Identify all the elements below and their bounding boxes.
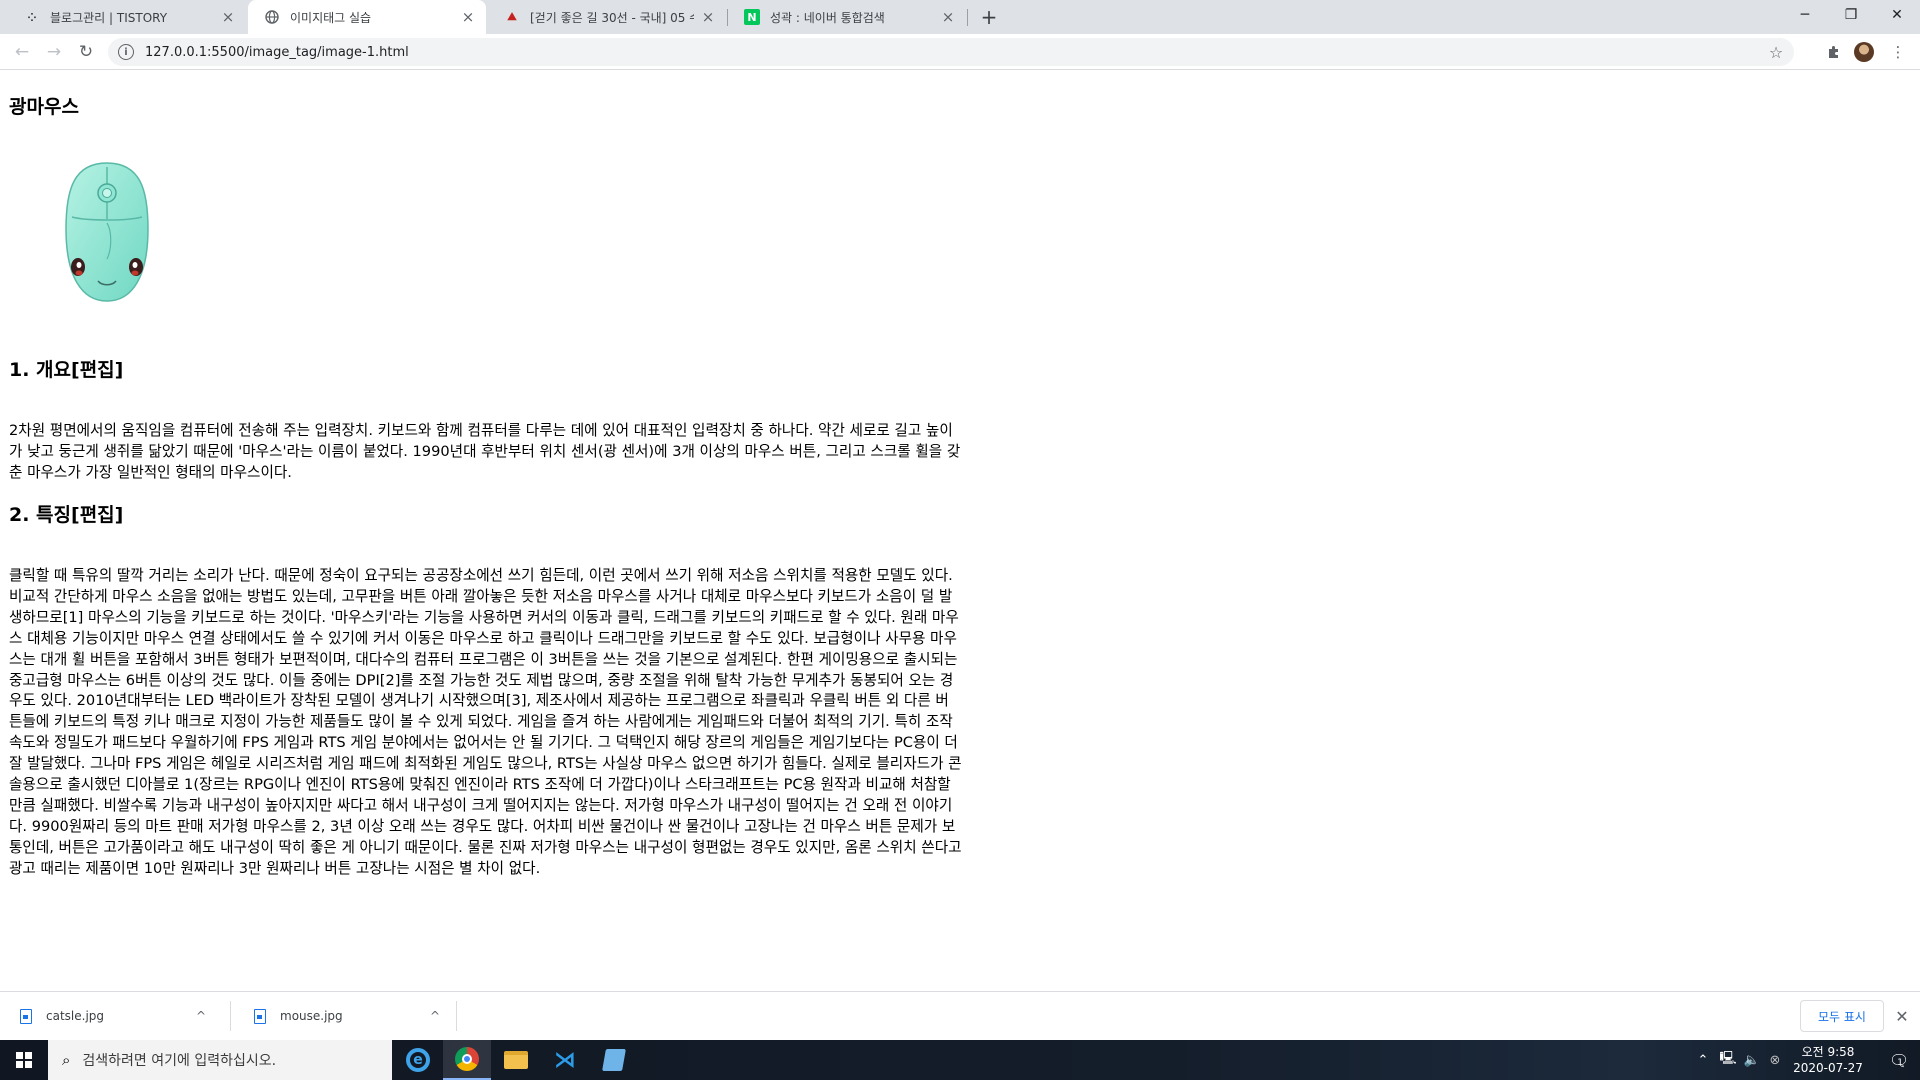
- reload-icon: ↻: [78, 42, 94, 62]
- section-text-features: 클릭할 때 특유의 딸깍 거리는 소리가 난다. 때문에 정숙이 요구되는 공공…: [9, 567, 962, 877]
- search-placeholder: 검색하려면 여기에 입력하십시오.: [82, 1053, 277, 1069]
- chevron-up-icon[interactable]: ^: [430, 1009, 440, 1023]
- taskbar-search-box[interactable]: ⌕ 검색하려면 여기에 입력하십시오.: [48, 1040, 392, 1080]
- download-filename: mouse.jpg: [280, 1009, 343, 1023]
- minimize-button[interactable]: ─: [1782, 0, 1828, 30]
- maximize-button[interactable]: ❐: [1828, 0, 1874, 30]
- tab-close-button[interactable]: ×: [460, 8, 476, 26]
- address-bar[interactable]: i 127.0.0.1:5500/image_tag/image-1.html …: [108, 38, 1794, 66]
- bookmark-star-icon[interactable]: ☆: [1764, 40, 1788, 64]
- section-heading-overview: 1. 개요[편집]: [9, 359, 124, 381]
- tab-title: [걷기 좋은 길 30선 - 국내] 05 수: [530, 10, 694, 25]
- windows-logo-icon: [16, 1052, 32, 1068]
- arrow-right-icon: →: [46, 42, 62, 62]
- network-icon[interactable]: 🖳: [1716, 1040, 1740, 1080]
- tab-close-button[interactable]: ×: [220, 8, 236, 26]
- mouse-image: [65, 162, 149, 302]
- taskbar-app-ie[interactable]: e: [394, 1040, 442, 1080]
- notification-center-button[interactable]: 🗨 1: [1872, 1040, 1920, 1080]
- browser-toolbar: ← → ↻ i 127.0.0.1:5500/image_tag/image-1…: [0, 34, 1920, 70]
- show-hidden-icons-button[interactable]: ⌃: [1692, 1040, 1714, 1080]
- download-shelf: catsle.jpg ^ mouse.jpg ^ 모두 표시 ✕: [0, 991, 1920, 1039]
- start-button[interactable]: [0, 1040, 48, 1080]
- section-text-overview: 2차원 평면에서의 움직임을 컴퓨터에 전송해 주는 입력장치. 키보드와 함께…: [9, 422, 961, 481]
- page-content: 광마우스 1. 개요[편집] 2차원 평면에서의 움직임을 컴퓨터에 전송해 주…: [0, 71, 1920, 990]
- extensions-icon[interactable]: [1822, 40, 1846, 64]
- search-icon: ⌕: [62, 1051, 71, 1069]
- notification-count: 1: [1897, 1058, 1904, 1068]
- tab-title: 성곽 : 네이버 통합검색: [770, 10, 885, 25]
- tab-title: 이미지태그 실습: [290, 10, 372, 25]
- chevron-up-icon[interactable]: ^: [196, 1009, 206, 1023]
- tab-close-button[interactable]: ×: [700, 8, 716, 26]
- tab-title: 블로그관리 | TISTORY: [50, 10, 168, 25]
- image-file-icon: [254, 1008, 266, 1024]
- clock-date: 2020-07-27: [1793, 1061, 1863, 1075]
- file-explorer-icon: [504, 1051, 528, 1069]
- taskbar-app-explorer[interactable]: [492, 1040, 540, 1080]
- tab-image-tag[interactable]: 이미지태그 실습 ×: [248, 0, 486, 34]
- tab-close-button[interactable]: ×: [940, 8, 956, 26]
- naver-icon: N: [744, 9, 760, 25]
- taskbar-app-chrome[interactable]: [443, 1040, 491, 1080]
- download-item[interactable]: mouse.jpg ^: [234, 992, 456, 1040]
- close-download-shelf-button[interactable]: ✕: [1892, 1006, 1912, 1026]
- mt-icon: ⛰: [507, 10, 517, 23]
- volume-muted-icon[interactable]: 🔈: [1740, 1040, 1764, 1080]
- notes-icon: [602, 1049, 626, 1071]
- alert-icon[interactable]: ⊗: [1764, 1040, 1786, 1080]
- taskbar-clock[interactable]: 오전 9:58 2020-07-27: [1788, 1040, 1868, 1080]
- tab-separator: [967, 9, 968, 26]
- new-tab-button[interactable]: +: [976, 4, 1002, 30]
- url-text[interactable]: 127.0.0.1:5500/image_tag/image-1.html: [145, 45, 1764, 60]
- vscode-icon: ⋊: [554, 1047, 576, 1073]
- windows-taskbar: ⌕ 검색하려면 여기에 입력하십시오. e ⋊ ⌃ 🖳 🔈 ⊗ 오전 9:58 …: [0, 1040, 1920, 1080]
- profile-avatar[interactable]: [1854, 42, 1874, 62]
- reload-button[interactable]: ↻: [74, 40, 98, 64]
- download-filename: catsle.jpg: [46, 1009, 105, 1023]
- internet-explorer-icon: e: [406, 1048, 430, 1072]
- arrow-left-icon: ←: [14, 42, 30, 62]
- tistory-icon: ⁘: [27, 10, 37, 24]
- tab-strip: ⁘ 블로그관리 | TISTORY × 이미지태그 실습 × ⛰ [걷기 좋은 …: [0, 0, 1920, 34]
- back-button[interactable]: ←: [10, 40, 34, 64]
- show-all-downloads-button[interactable]: 모두 표시: [1800, 1000, 1884, 1032]
- section-heading-features: 2. 특징[편집]: [9, 504, 124, 526]
- taskbar-app-vscode[interactable]: ⋊: [541, 1040, 589, 1080]
- tab-tistory[interactable]: ⁘ 블로그관리 | TISTORY ×: [8, 0, 246, 34]
- page-title: 광마우스: [9, 96, 79, 118]
- menu-kebab-icon[interactable]: ⋮: [1886, 40, 1910, 64]
- info-icon[interactable]: i: [118, 44, 134, 60]
- image-file-icon: [20, 1008, 32, 1024]
- clock-time: 오전 9:58: [1801, 1045, 1855, 1059]
- taskbar-app-notes[interactable]: [590, 1040, 638, 1080]
- download-item[interactable]: catsle.jpg ^: [0, 992, 228, 1040]
- tab-walking-trails[interactable]: ⛰ [걷기 좋은 길 30선 - 국내] 05 수 ×: [488, 0, 726, 34]
- tab-naver-search[interactable]: N 성곽 : 네이버 통합검색 ×: [728, 0, 966, 34]
- close-window-button[interactable]: ✕: [1874, 0, 1920, 30]
- globe-icon: [264, 9, 280, 25]
- forward-button[interactable]: →: [42, 40, 66, 64]
- download-separator: [456, 1001, 457, 1031]
- chrome-icon: [455, 1047, 479, 1071]
- download-separator: [230, 1001, 231, 1031]
